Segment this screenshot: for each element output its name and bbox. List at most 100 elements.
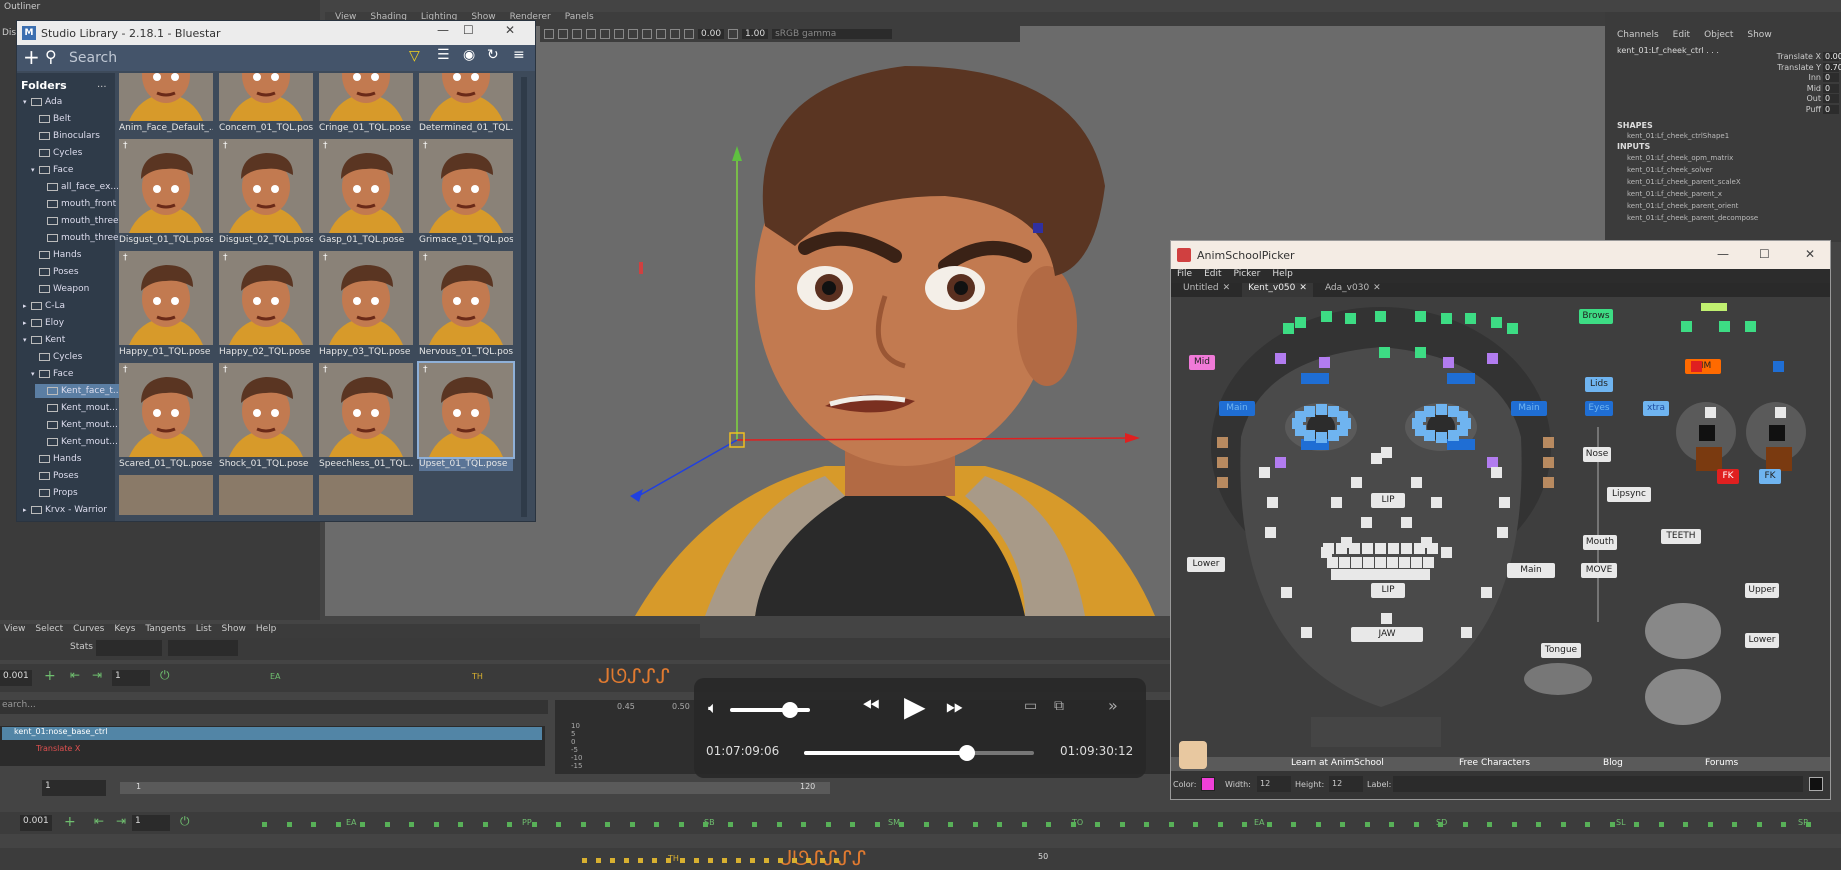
colorspace-select[interactable]: sRGB gamma <box>772 29 893 39</box>
menu-icon[interactable]: ≡ <box>513 47 525 63</box>
brow-control[interactable] <box>1465 313 1476 324</box>
pose-pin-icon[interactable]: † <box>123 253 128 263</box>
channel-attr-value[interactable]: 0 <box>1823 73 1839 82</box>
lip-control[interactable] <box>1336 543 1347 554</box>
timeline-key-marker[interactable] <box>1119 822 1125 827</box>
timeline-key-marker[interactable] <box>1340 822 1345 827</box>
lip-control[interactable] <box>1388 543 1399 554</box>
pose-card[interactable]: † Disgust_01_TQL.pose <box>119 139 213 247</box>
timeline-key-marker[interactable] <box>458 822 463 827</box>
timeline-key-marker[interactable] <box>1364 822 1370 827</box>
face-control[interactable] <box>1281 587 1292 598</box>
link-learn[interactable]: Learn at AnimSchool <box>1291 758 1384 768</box>
timeline-key-marker[interactable] <box>1487 822 1492 827</box>
graph-menu-show[interactable]: Show <box>222 624 246 638</box>
channel-attr-name[interactable]: Puff <box>1806 105 1821 114</box>
folder-item[interactable]: ▸ C-La <box>23 301 65 311</box>
lip-control[interactable] <box>1339 557 1350 568</box>
picker-minimize-button[interactable]: — <box>1717 247 1729 261</box>
graph-menu-tangents[interactable]: Tangents <box>145 624 185 638</box>
picker-btn-brows[interactable]: Brows <box>1579 309 1613 324</box>
folder-item[interactable]: mouth_front <box>39 199 116 209</box>
timeline-key-marker[interactable] <box>997 822 1002 827</box>
picker-btn-nose[interactable]: Nose <box>1583 447 1611 462</box>
timeline-key-marker[interactable] <box>1462 822 1468 827</box>
lip-control[interactable] <box>1427 543 1438 554</box>
tangent-curves-icon[interactable]: ᒍᘎᔑᔑᔑ <box>598 664 670 688</box>
graph-selected-node[interactable]: kent_01:nose_base_ctrl <box>2 727 542 740</box>
input-item[interactable]: kent_01:Lf_cheek_solver <box>1627 166 1713 174</box>
picker-menu-edit[interactable]: Edit <box>1204 269 1221 283</box>
volume-knob[interactable] <box>782 702 798 718</box>
lid-control[interactable] <box>1447 373 1475 384</box>
picker-close-button[interactable]: ✕ <box>1805 247 1815 261</box>
settings-sliders-icon[interactable]: ☰ <box>437 47 450 63</box>
brow-control[interactable] <box>1379 347 1390 358</box>
timeline-key-marker[interactable] <box>776 822 782 827</box>
brow-control[interactable] <box>1491 317 1502 328</box>
fast-forward-icon[interactable]: ⏩︎ <box>946 694 964 719</box>
range-bar[interactable] <box>120 782 830 794</box>
lip-control[interactable] <box>1342 569 1353 580</box>
timeline-key-marker[interactable] <box>556 822 561 827</box>
cheek-control[interactable] <box>1487 353 1498 364</box>
timeline-key-marker[interactable] <box>825 822 831 827</box>
height-field[interactable]: 12 <box>1329 776 1363 792</box>
brow-control[interactable] <box>1321 311 1332 322</box>
graph-prev-key-icon[interactable]: ⇤ <box>70 668 80 682</box>
folder-item[interactable]: Binoculars <box>31 131 100 141</box>
eye-ring-control[interactable] <box>1304 405 1315 417</box>
chevron-down-icon[interactable]: ▾ <box>31 166 39 174</box>
picker-btn-mid[interactable]: Mid <box>1189 355 1215 370</box>
pose-pin-icon[interactable]: † <box>423 141 428 151</box>
airplay-icon[interactable]: ▭ <box>1024 698 1037 714</box>
face-control[interactable] <box>1431 497 1442 508</box>
stats-field-2[interactable] <box>168 640 238 656</box>
exposure-field[interactable]: 0.00 <box>698 29 725 39</box>
bottom-key-marker[interactable] <box>834 858 839 863</box>
xray-icon[interactable] <box>656 29 666 39</box>
studio-minimize-button[interactable]: — <box>437 23 449 37</box>
face-control[interactable] <box>1267 497 1278 508</box>
lip-control[interactable] <box>1353 569 1364 580</box>
brow-control[interactable] <box>1375 311 1386 322</box>
lip-control[interactable] <box>1375 557 1386 568</box>
timeline-key-marker[interactable] <box>262 822 267 827</box>
graph-menu-select[interactable]: Select <box>35 624 63 638</box>
brow-control[interactable] <box>1283 323 1294 334</box>
lip-control[interactable] <box>1411 557 1422 568</box>
link-free-characters[interactable]: Free Characters <box>1459 758 1530 768</box>
studio-maximize-button[interactable]: ☐ <box>463 23 474 37</box>
head-main-control[interactable] <box>1701 303 1727 311</box>
lip-control[interactable] <box>1423 557 1434 568</box>
picker-btn-jaw[interactable]: JAW <box>1351 627 1423 642</box>
timeline-key-marker[interactable] <box>1585 822 1590 827</box>
picker-tab[interactable]: Ada_v030 ✕ <box>1319 283 1387 297</box>
brow-control[interactable] <box>1295 317 1306 328</box>
picker-btn-lids[interactable]: Lids <box>1585 377 1613 392</box>
close-icon[interactable]: ✕ <box>1373 283 1381 293</box>
pose-thumbnail-partial[interactable] <box>119 475 213 515</box>
timeline-key-marker[interactable] <box>1144 822 1149 827</box>
pose-thumbnail-partial[interactable] <box>319 475 413 515</box>
cheek-control[interactable] <box>1319 357 1330 368</box>
key-timeline[interactable]: 0.001 + ⇤ ⇥ 1 ⏻ EAPPSBSMTOEASDSLSR <box>0 812 1841 834</box>
picker-menu-help[interactable]: Help <box>1272 269 1293 283</box>
aa-icon[interactable] <box>628 29 638 39</box>
timeline-next-icon[interactable]: ⇥ <box>116 814 126 828</box>
folder-item[interactable]: ▾ Face <box>31 165 73 175</box>
timeline-key-marker[interactable] <box>1217 822 1223 827</box>
grid-scrollbar[interactable] <box>521 77 527 517</box>
pose-pin-icon[interactable]: † <box>323 141 328 151</box>
timeline-key-marker[interactable] <box>335 822 341 827</box>
chevron-down-icon[interactable]: ▾ <box>23 98 31 106</box>
timeline-key-marker[interactable] <box>1707 822 1713 827</box>
grid-icon[interactable] <box>670 29 680 39</box>
timeline-key-marker[interactable] <box>629 822 635 827</box>
timeline-key-marker[interactable] <box>1242 822 1247 827</box>
picker-btn-xtra[interactable]: xtra <box>1643 401 1669 416</box>
bottom-key-marker[interactable] <box>582 858 587 863</box>
timeline-key-marker[interactable] <box>899 822 904 827</box>
timeline-key-marker[interactable] <box>1413 822 1419 827</box>
eye-ring-control[interactable] <box>1456 411 1468 422</box>
